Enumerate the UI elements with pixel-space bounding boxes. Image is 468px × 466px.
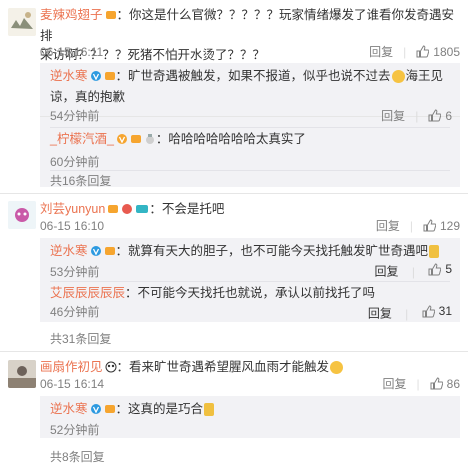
thumbs-up-icon	[423, 219, 436, 232]
more-replies-link[interactable]: 共31条回复	[50, 330, 111, 347]
reply-text: 逆水寒 ：就算有天大的胆子，也不可能今天找托触发旷世奇遇吧	[50, 242, 460, 263]
like-count: 6	[445, 108, 452, 123]
reply-list: 逆水寒 ：这真的是巧合 52分钟前	[40, 396, 460, 438]
comment-actions: 回复 | 129	[376, 217, 460, 234]
reply-list: 逆水寒 ：旷世奇遇被触发，如果不报道，似乎也说不过去 海王见 谅，真的抱歉 54分钟…	[40, 63, 460, 187]
reply-list: 逆水寒 ：就算有天大的胆子，也不可能今天找托触发旷世奇遇吧 53分钟前 回复 | …	[40, 238, 460, 322]
thumbs-up-icon	[422, 304, 435, 317]
avatar[interactable]	[8, 360, 36, 388]
smirk-emoji-icon	[330, 361, 344, 374]
avatar[interactable]	[8, 8, 36, 36]
like-count: 31	[438, 304, 452, 318]
divider: |	[411, 264, 415, 279]
reply-button[interactable]: 回复	[369, 43, 393, 60]
medal-icon	[121, 202, 133, 221]
like-button[interactable]: 129	[423, 219, 460, 233]
avatar[interactable]	[8, 201, 36, 229]
like-count: 129	[439, 218, 460, 233]
comment-actions: 回复 | 1805	[369, 43, 460, 60]
comment-username[interactable]: 画扇作初见	[40, 360, 103, 374]
verified-v-icon	[116, 132, 128, 151]
reply-text: 逆水寒 ：旷世奇遇被触发，如果不报道，似乎也说不过去 海王见	[50, 67, 450, 88]
reply-item: _柠檬汽酒_ ：哈哈哈哈哈哈哈太真实了 60分钟前	[50, 130, 460, 171]
more-replies-link[interactable]: 共16条回复	[50, 172, 111, 189]
reply-separator	[50, 281, 450, 282]
comment-username[interactable]: 麦辣鸡翅子	[40, 8, 103, 22]
reply-row-meta: 54分钟前 回复 | 6	[50, 107, 460, 125]
divider: |	[405, 306, 409, 321]
reply-button[interactable]: 回复	[376, 217, 400, 234]
comment-username[interactable]: 刘芸yunyun	[40, 202, 105, 216]
reply-separator	[50, 170, 450, 171]
sweat-emoji-icon	[204, 403, 215, 416]
divider: |	[403, 44, 407, 59]
like-button[interactable]: 86	[430, 377, 460, 391]
vip-badge-icon	[130, 132, 142, 151]
reply-time: 54分钟前	[50, 109, 100, 123]
thumbs-up-icon	[428, 109, 442, 122]
reply-button[interactable]: 回复	[368, 307, 392, 321]
reply-button[interactable]: 回复	[381, 107, 405, 124]
reply-username[interactable]: 逆水寒	[50, 69, 88, 83]
panda-badge-icon	[105, 360, 117, 379]
comment-divider	[0, 193, 468, 194]
reply-item: 逆水寒 ：就算有天大的胆子，也不可能今天找托触发旷世奇遇吧 53分钟前 回复 | …	[50, 242, 460, 281]
reply-username[interactable]: 艾辰辰辰辰辰	[50, 286, 125, 300]
comment-time: 06-15 16:11	[40, 45, 104, 59]
divider: |	[415, 108, 419, 123]
like-count: 1805	[433, 44, 460, 59]
reply-actions: 回复 | 6	[381, 107, 452, 124]
crying-emoji-icon	[391, 70, 405, 83]
reply-text: 艾辰辰辰辰辰：不可能今天找托也就说，承认以前找托了吗	[50, 286, 376, 300]
more-replies-link[interactable]: 共8条回复	[50, 448, 105, 465]
reply-text: 逆水寒 ：这真的是巧合	[50, 400, 460, 421]
reply-username[interactable]: 逆水寒	[50, 244, 88, 258]
divider: |	[416, 376, 420, 391]
thumbs-up-icon	[428, 262, 442, 275]
reply-button[interactable]: 回复	[383, 375, 407, 392]
sweat-emoji-icon	[429, 245, 440, 258]
like-button[interactable]: 1805	[416, 45, 460, 59]
reply-button[interactable]: 回复	[374, 265, 398, 279]
medal-icon	[144, 132, 156, 151]
reply-item: 艾辰辰辰辰辰：不可能今天找托也就说，承认以前找托了吗 46分钟前 回复 | 31	[50, 284, 460, 321]
vip-badge-icon	[105, 8, 117, 27]
reply-time: 52分钟前	[50, 423, 100, 437]
comment-text: 麦辣鸡翅子 ：你这是什么官微？？？？？玩家情绪爆发了谁看你发奇遇安排	[40, 8, 455, 43]
vip-badge-icon	[104, 402, 116, 421]
reply-actions: 回复 | 5	[374, 262, 452, 280]
like-count: 86	[446, 376, 460, 391]
verified-v-icon	[90, 402, 102, 421]
vip-badge-icon	[104, 244, 116, 263]
verified-v-icon	[90, 244, 102, 263]
comment-time: 06-15 16:10	[40, 219, 105, 233]
reply-text-cont: 谅，真的抱歉	[50, 90, 126, 104]
comment-time: 06-15 16:14	[40, 377, 105, 391]
verified-v-icon	[90, 69, 102, 88]
reply-actions: 回复 | 31	[368, 304, 452, 322]
thumbs-up-icon	[430, 377, 443, 390]
like-button[interactable]: 6	[428, 109, 452, 123]
like-button[interactable]: 31	[422, 304, 452, 318]
like-count: 5	[445, 262, 452, 276]
reply-time: 60分钟前	[50, 155, 100, 169]
reply-text: _柠檬汽酒_ ：哈哈哈哈哈哈哈太真实了	[50, 130, 460, 151]
reply-separator	[50, 127, 450, 128]
comment-divider	[0, 351, 468, 352]
divider: |	[409, 218, 413, 233]
comment-actions: 回复 | 86	[383, 375, 461, 392]
thumbs-up-icon	[416, 45, 430, 58]
reply-username[interactable]: 逆水寒	[50, 402, 88, 416]
reply-username[interactable]: _柠檬汽酒_	[50, 132, 114, 146]
level-badge-icon	[135, 202, 149, 221]
like-button[interactable]: 5	[428, 262, 452, 276]
vip-badge-icon	[104, 69, 116, 88]
reply-item: 逆水寒 ：这真的是巧合 52分钟前	[50, 400, 460, 439]
vip-badge-icon	[107, 202, 119, 221]
